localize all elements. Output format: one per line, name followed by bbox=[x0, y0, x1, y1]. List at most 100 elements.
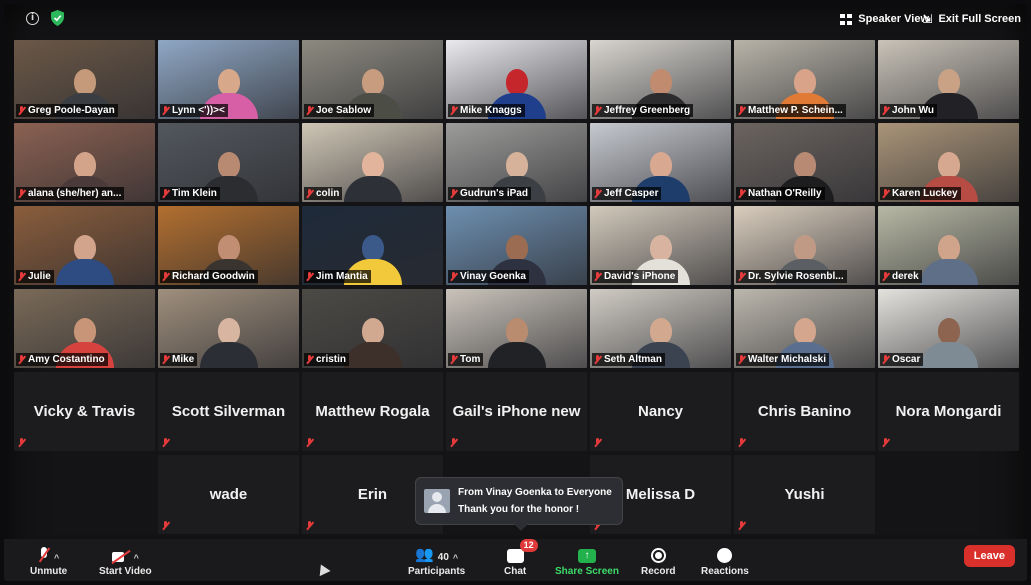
chevron-up-icon[interactable]: ^ bbox=[134, 553, 139, 563]
video-tile[interactable]: Vinay Goenka bbox=[446, 206, 587, 285]
reactions-icon bbox=[717, 548, 733, 563]
video-tile[interactable]: Nathan O'Reilly bbox=[734, 123, 875, 202]
muted-microphone-icon bbox=[306, 355, 313, 364]
security-shield-icon[interactable] bbox=[51, 10, 64, 26]
name-only-tile[interactable]: Scott Silverman bbox=[158, 372, 299, 451]
leave-button[interactable]: Leave bbox=[963, 545, 1015, 567]
video-tile[interactable]: Richard Goodwin bbox=[158, 206, 299, 285]
start-video-label: Start Video bbox=[99, 566, 152, 577]
unmute-button[interactable]: ^ Unmute bbox=[30, 543, 67, 577]
video-tile[interactable]: David's iPhone bbox=[590, 206, 731, 285]
video-tile[interactable]: Lynn <'))>< bbox=[158, 40, 299, 119]
video-tile[interactable]: Dr. Sylvie Rosenbl... bbox=[734, 206, 875, 285]
video-tile[interactable]: Jim Mantia bbox=[302, 206, 443, 285]
participant-name: derek bbox=[892, 271, 919, 282]
camera-off-icon bbox=[111, 551, 130, 563]
muted-microphone-icon bbox=[738, 106, 745, 115]
participant-name: alana (she/her) an... bbox=[28, 188, 122, 199]
chat-button[interactable]: 12 Chat bbox=[504, 539, 538, 577]
muted-microphone-icon bbox=[162, 521, 169, 530]
record-button[interactable]: Record bbox=[641, 543, 675, 577]
participant-name-label: Gudrun's iPad bbox=[448, 187, 531, 200]
video-tile[interactable]: Julie bbox=[14, 206, 155, 285]
participants-button[interactable]: 👥 40 ^ Participants bbox=[408, 543, 465, 577]
exit-fullscreen-icon: ⇲ bbox=[922, 12, 933, 26]
video-tile[interactable]: John Wu bbox=[878, 40, 1019, 119]
chat-icon: 12 bbox=[506, 539, 538, 563]
muted-microphone-icon bbox=[162, 106, 169, 115]
exit-fullscreen-button[interactable]: ⇲ Exit Full Screen bbox=[922, 10, 1021, 28]
muted-microphone-icon bbox=[594, 106, 601, 115]
chat-notification[interactable]: From Vinay Goenka to Everyone Thank you … bbox=[415, 477, 623, 531]
muted-microphone-icon bbox=[18, 189, 25, 198]
muted-microphone-icon bbox=[162, 355, 169, 364]
video-tile[interactable]: Mike bbox=[158, 289, 299, 368]
participant-name-label: Mike Knaggs bbox=[448, 104, 525, 117]
video-tile[interactable]: Oscar bbox=[878, 289, 1019, 368]
reactions-button[interactable]: Reactions bbox=[701, 543, 749, 577]
video-tile[interactable]: Joe Sablow bbox=[302, 40, 443, 119]
participant-name: Nancy bbox=[637, 403, 684, 420]
participant-name: Matthew P. Schein... bbox=[748, 105, 843, 116]
name-only-tile[interactable]: Nora Mongardi bbox=[878, 372, 1019, 451]
video-tile[interactable]: Karen Luckey bbox=[878, 123, 1019, 202]
video-tile[interactable]: Tim Klein bbox=[158, 123, 299, 202]
participant-name: Mike Knaggs bbox=[460, 105, 522, 116]
participant-name: Tim Klein bbox=[172, 188, 217, 199]
participants-count: 40 bbox=[437, 552, 449, 563]
muted-microphone-icon bbox=[450, 106, 457, 115]
participant-name-label: Lynn <'))>< bbox=[160, 104, 228, 117]
name-only-tile bbox=[14, 455, 155, 534]
muted-microphone-icon bbox=[450, 189, 457, 198]
chat-message: Thank you for the honor ! bbox=[458, 504, 580, 515]
participant-name-label: Mike bbox=[160, 353, 198, 366]
video-tile[interactable]: Jeffrey Greenberg bbox=[590, 40, 731, 119]
muted-microphone-icon bbox=[18, 355, 25, 364]
participant-name: Scott Silverman bbox=[171, 403, 286, 420]
muted-microphone-icon bbox=[162, 189, 169, 198]
chat-sender: From Vinay Goenka to Everyone bbox=[458, 487, 612, 498]
video-tile[interactable]: Jeff Casper bbox=[590, 123, 731, 202]
video-tile[interactable]: Greg Poole-Dayan bbox=[14, 40, 155, 119]
chevron-up-icon[interactable]: ^ bbox=[54, 553, 59, 563]
muted-microphone-icon bbox=[162, 438, 169, 447]
muted-microphone-icon bbox=[450, 272, 457, 281]
participant-name-label: cristin bbox=[304, 353, 350, 366]
name-only-tile[interactable]: Matthew Rogala bbox=[302, 372, 443, 451]
reactions-label: Reactions bbox=[701, 566, 749, 577]
video-tile[interactable]: Mike Knaggs bbox=[446, 40, 587, 119]
video-tile[interactable]: Amy Costantino bbox=[14, 289, 155, 368]
participant-figure bbox=[55, 229, 114, 285]
video-tile[interactable]: Gudrun's iPad bbox=[446, 123, 587, 202]
participant-name: Richard Goodwin bbox=[172, 271, 255, 282]
video-tile[interactable]: Seth Altman bbox=[590, 289, 731, 368]
share-screen-button[interactable]: ↑ Share Screen bbox=[555, 543, 619, 577]
info-icon[interactable]: i bbox=[26, 12, 39, 25]
participant-name: David's iPhone bbox=[604, 271, 676, 282]
participant-name-label: derek bbox=[880, 270, 922, 283]
participant-name-label: Julie bbox=[16, 270, 54, 283]
name-only-tile[interactable]: wade bbox=[158, 455, 299, 534]
video-tile[interactable]: derek bbox=[878, 206, 1019, 285]
name-only-tile[interactable]: Gail's iPhone new bbox=[446, 372, 587, 451]
participant-name: cristin bbox=[316, 354, 347, 365]
share-screen-icon: ↑ bbox=[577, 549, 596, 563]
video-tile[interactable]: colin bbox=[302, 123, 443, 202]
video-tile[interactable]: Matthew P. Schein... bbox=[734, 40, 875, 119]
muted-microphone-icon bbox=[18, 438, 25, 447]
start-video-button[interactable]: ^ Start Video bbox=[99, 543, 152, 577]
chevron-up-icon[interactable]: ^ bbox=[453, 553, 458, 563]
video-tile[interactable]: alana (she/her) an... bbox=[14, 123, 155, 202]
speaker-view-button[interactable]: Speaker View bbox=[840, 10, 929, 28]
name-only-tile[interactable]: Chris Banino bbox=[734, 372, 875, 451]
name-only-tile[interactable]: Nancy bbox=[590, 372, 731, 451]
participant-name-label: Vinay Goenka bbox=[448, 270, 529, 283]
name-only-tile[interactable]: Yushi bbox=[734, 455, 875, 534]
muted-microphone-icon bbox=[306, 272, 313, 281]
video-tile[interactable]: cristin bbox=[302, 289, 443, 368]
name-only-tile[interactable]: Vicky & Travis bbox=[14, 372, 155, 451]
top-bar: i Speaker View ⇲ Exit Full Screen bbox=[4, 4, 1027, 34]
video-tile[interactable]: Tom bbox=[446, 289, 587, 368]
participant-name: Jeff Casper bbox=[604, 188, 659, 199]
video-tile[interactable]: Walter Michalski bbox=[734, 289, 875, 368]
